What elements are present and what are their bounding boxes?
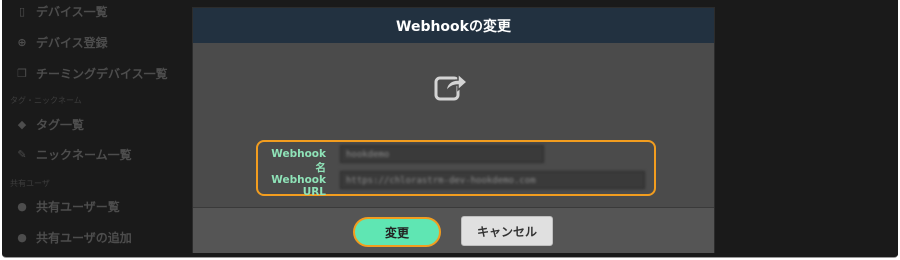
sidebar-item-device-list[interactable]: ▯ デバイス一覧 xyxy=(16,3,108,20)
sidebar-item-add-shared-user[interactable]: ● 共有ユーザの追加 xyxy=(16,229,132,246)
confirm-change-label: 変更 xyxy=(384,225,409,240)
app-window: ▯ デバイス一覧 ⊕ デバイス登録 ❐ チーミングデバイス一覧 タグ・ニックネー… xyxy=(2,0,898,258)
sidebar-item-teaming-devices[interactable]: ❐ チーミングデバイス一覧 xyxy=(16,65,168,82)
webhook-url-label: Webhook URL xyxy=(271,174,326,198)
clone-icon: ❐ xyxy=(17,67,27,80)
sidebar-item-tags[interactable]: ◆ タグ一覧 xyxy=(16,116,84,133)
modal-header: Webhookの変更 xyxy=(193,8,714,43)
tags-icon: ◆ xyxy=(17,118,27,131)
sidebar: ▯ デバイス一覧 ⊕ デバイス登録 ❐ チーミングデバイス一覧 タグ・ニックネー… xyxy=(2,0,190,257)
user-icon: ● xyxy=(17,200,27,213)
cancel-button[interactable]: キャンセル xyxy=(461,216,553,246)
share-icon xyxy=(434,72,468,101)
modal-title: Webhookの変更 xyxy=(396,18,511,35)
sidebar-item-nicknames[interactable]: ✎ ニックネーム一覧 xyxy=(16,146,132,163)
webhook-name-input[interactable]: hookdemo xyxy=(340,145,544,163)
sidebar-item-shared-users[interactable]: ● 共有ユーザー覧 xyxy=(16,198,120,215)
edit-webhook-modal: Webhookの変更 Webhook名 hookdemo Webhook URL… xyxy=(192,7,715,253)
device-icon: ▯ xyxy=(18,5,26,18)
confirm-change-button[interactable]: 変更 xyxy=(353,217,441,247)
sidebar-item-label: デバイス一覧 xyxy=(36,5,108,19)
sidebar-item-label: 共有ユーザー覧 xyxy=(36,200,120,214)
sidebar-item-label: チーミングデバイス一覧 xyxy=(36,67,168,81)
sidebar-item-device-register[interactable]: ⊕ デバイス登録 xyxy=(16,34,108,51)
webhook-name-label: Webhook名 xyxy=(271,148,326,174)
sidebar-item-label: デバイス登録 xyxy=(36,36,108,50)
pencil-icon: ✎ xyxy=(17,148,27,161)
sidebar-item-label: 共有ユーザの追加 xyxy=(36,231,132,245)
sidebar-section-shared-users: 共有ユーザ xyxy=(10,179,50,188)
sidebar-section-tags: タグ・ニックネーム xyxy=(10,96,82,105)
background-content xyxy=(714,0,898,257)
sidebar-item-label: タグ一覧 xyxy=(36,118,85,132)
webhook-url-input[interactable]: https://chlorastrm-dev-hookdemo.com xyxy=(340,171,645,189)
cancel-label: キャンセル xyxy=(476,224,537,239)
sidebar-item-label: ニックネーム一覧 xyxy=(36,148,132,162)
plus-circle-icon: ⊕ xyxy=(17,36,27,49)
user-plus-icon: ● xyxy=(17,231,27,244)
modal-footer: 変更 キャンセル xyxy=(193,207,714,253)
